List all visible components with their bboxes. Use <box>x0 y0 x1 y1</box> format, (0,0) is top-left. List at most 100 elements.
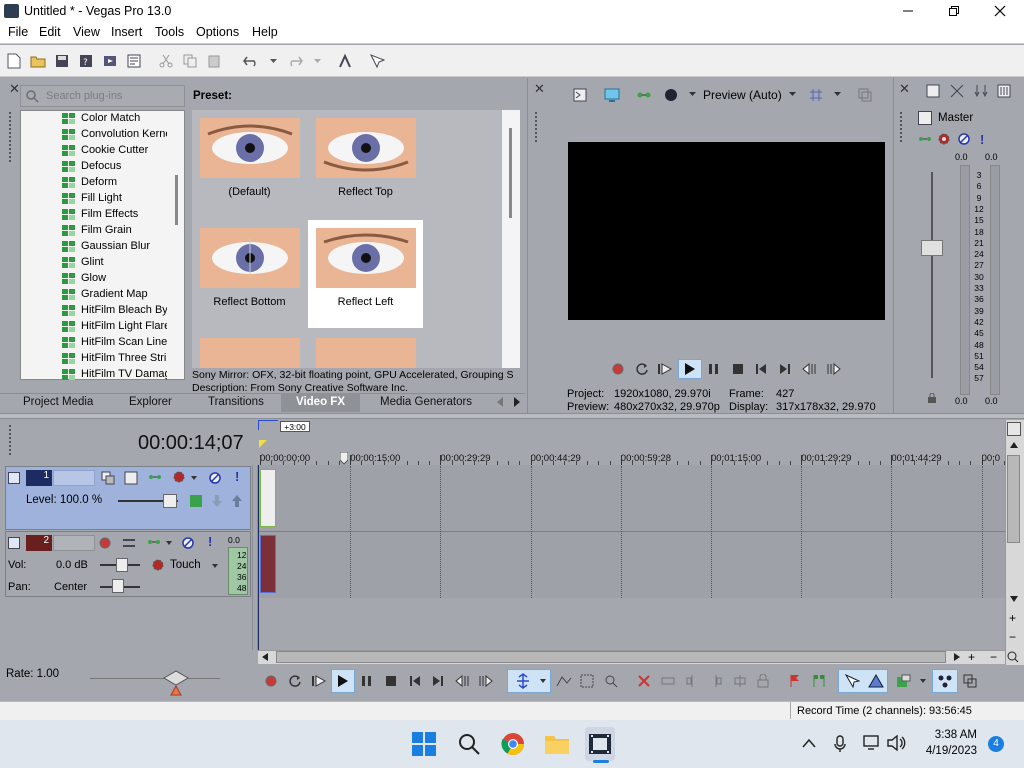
track-name-field[interactable] <box>53 535 95 551</box>
preview-mode-dropdown-icon[interactable] <box>689 92 696 96</box>
tab-project-media[interactable]: Project Media <box>23 396 93 408</box>
downmix-icon[interactable] <box>950 84 964 98</box>
play-button[interactable] <box>678 359 702 379</box>
auto-crossfade-icon[interactable] <box>865 670 887 692</box>
tab-scroll-right-icon[interactable] <box>513 397 521 407</box>
menu-view[interactable]: View <box>73 25 100 39</box>
clock-date[interactable]: 4/19/2023 <box>913 745 977 757</box>
mixer-view-icon[interactable] <box>997 84 1011 98</box>
plugin-item[interactable]: Cookie Cutter <box>81 144 167 156</box>
plugin-list-scrollbar[interactable] <box>169 111 184 379</box>
rate-slider-thumb[interactable] <box>163 670 189 696</box>
new-file-icon[interactable] <box>3 50 25 72</box>
mute-icon[interactable] <box>181 536 195 550</box>
menu-help[interactable]: Help <box>252 25 278 39</box>
horizontal-splitter[interactable] <box>0 413 1024 419</box>
next-frame-icon[interactable] <box>475 670 497 692</box>
plugin-item[interactable]: Deform <box>81 176 167 188</box>
track-fx-dropdown-icon[interactable] <box>191 476 197 480</box>
zoom-out-horizontal-icon[interactable]: − <box>990 650 997 664</box>
edit-tool-icon[interactable] <box>512 670 534 692</box>
track-motion-icon[interactable] <box>147 471 163 483</box>
split-icon[interactable] <box>729 670 751 692</box>
automation-gear-icon[interactable] <box>151 558 165 572</box>
scroll-left-icon[interactable] <box>262 653 268 661</box>
preset-reflect-left[interactable]: Reflect Left <box>308 220 423 328</box>
insert-region-icon[interactable] <box>808 670 830 692</box>
network-icon[interactable] <box>863 735 881 751</box>
clock-time[interactable]: 3:38 AM <box>913 729 977 741</box>
track-name-field[interactable] <box>53 470 95 486</box>
split-screen-icon[interactable] <box>636 88 652 102</box>
edit-tool-dropdown-icon[interactable] <box>540 679 546 683</box>
master-fader-track[interactable] <box>931 172 933 378</box>
track-fx-dropdown-icon[interactable] <box>166 541 172 545</box>
trim-icon[interactable] <box>657 670 679 692</box>
panel-grip[interactable] <box>900 112 904 142</box>
marker-flag-icon[interactable] <box>1007 422 1021 436</box>
move-down-icon[interactable] <box>211 494 223 508</box>
redo-icon[interactable] <box>284 50 306 72</box>
preview-quality-dropdown-icon[interactable] <box>789 92 796 96</box>
video-fx-toggle-icon[interactable] <box>664 88 678 102</box>
go-to-start-icon[interactable] <box>755 363 767 375</box>
plugin-item[interactable]: Gradient Map <box>81 288 167 300</box>
master-gear-icon[interactable] <box>937 132 951 146</box>
timeline-empty-space[interactable] <box>258 598 1005 650</box>
external-monitor-icon[interactable] <box>604 88 620 102</box>
pause-icon[interactable] <box>708 363 720 375</box>
scroll-right-icon[interactable] <box>954 653 960 661</box>
mixer-properties-icon[interactable] <box>926 84 940 98</box>
tab-transitions[interactable]: Transitions <box>208 396 264 408</box>
menu-options[interactable]: Options <box>196 25 239 39</box>
zoom-in-horizontal-icon[interactable]: + <box>968 650 975 664</box>
playhead-icon[interactable] <box>340 452 348 466</box>
undo-dropdown-icon[interactable] <box>262 50 284 72</box>
pause-icon[interactable] <box>356 670 378 692</box>
plugin-item[interactable]: Convolution Kerne <box>81 128 167 140</box>
minimize-button[interactable] <box>885 0 931 22</box>
master-fader-thumb[interactable] <box>921 240 943 256</box>
play-from-start-icon[interactable] <box>657 362 673 376</box>
invert-phase-icon[interactable] <box>122 536 136 550</box>
scrollbar-thumb[interactable] <box>175 175 178 225</box>
composite-mode-icon[interactable] <box>101 471 115 485</box>
plugin-item[interactable]: HitFilm Scan Lines <box>81 336 167 348</box>
open-folder-icon[interactable] <box>27 50 49 72</box>
menu-tools[interactable]: Tools <box>155 25 184 39</box>
plugin-item[interactable]: HitFilm TV Damage <box>81 368 167 380</box>
preset-gallery[interactable]: (Default) Reflect Top Reflect Bottom Ref… <box>192 110 520 368</box>
automation-mode[interactable]: Touch <box>170 559 201 571</box>
menu-file[interactable]: File <box>8 25 28 39</box>
master-mute-icon[interactable] <box>957 132 971 146</box>
plugin-item[interactable]: Gaussian Blur <box>81 240 167 252</box>
make-compositing-child-icon[interactable] <box>124 471 138 485</box>
maximize-button[interactable] <box>931 0 977 22</box>
plugin-item[interactable]: Glow <box>81 272 167 284</box>
insert-marker-icon[interactable] <box>784 670 806 692</box>
preset-reflect-top[interactable]: Reflect Top <box>308 110 423 218</box>
paste-icon[interactable] <box>203 50 225 72</box>
start-windows-icon[interactable] <box>412 732 436 756</box>
master-fx-icon[interactable] <box>918 111 932 125</box>
panel-close-icon[interactable]: ✕ <box>9 81 20 97</box>
master-insert-fx-icon[interactable] <box>917 133 933 145</box>
plugin-item[interactable]: Film Grain <box>81 224 167 236</box>
go-to-end-icon[interactable] <box>427 670 449 692</box>
record-icon[interactable] <box>260 670 282 692</box>
preset-scrollbar[interactable] <box>502 110 520 368</box>
whats-this-icon[interactable] <box>366 50 388 72</box>
previous-frame-icon[interactable] <box>451 670 473 692</box>
scroll-down-icon[interactable] <box>1010 596 1018 602</box>
panel-grip[interactable] <box>535 112 539 142</box>
redo-dropdown-icon[interactable] <box>306 50 328 72</box>
mute-icon[interactable] <box>208 471 222 485</box>
tab-scroll-left-icon[interactable] <box>496 397 504 407</box>
vegas-app-icon[interactable] <box>589 734 611 754</box>
microphone-icon[interactable] <box>834 735 846 753</box>
horizontal-scroll-thumb[interactable] <box>276 651 946 663</box>
move-up-icon[interactable] <box>231 494 243 508</box>
file-explorer-icon[interactable] <box>544 733 570 755</box>
loop-playback-icon[interactable] <box>284 670 306 692</box>
record-icon[interactable] <box>611 362 625 376</box>
